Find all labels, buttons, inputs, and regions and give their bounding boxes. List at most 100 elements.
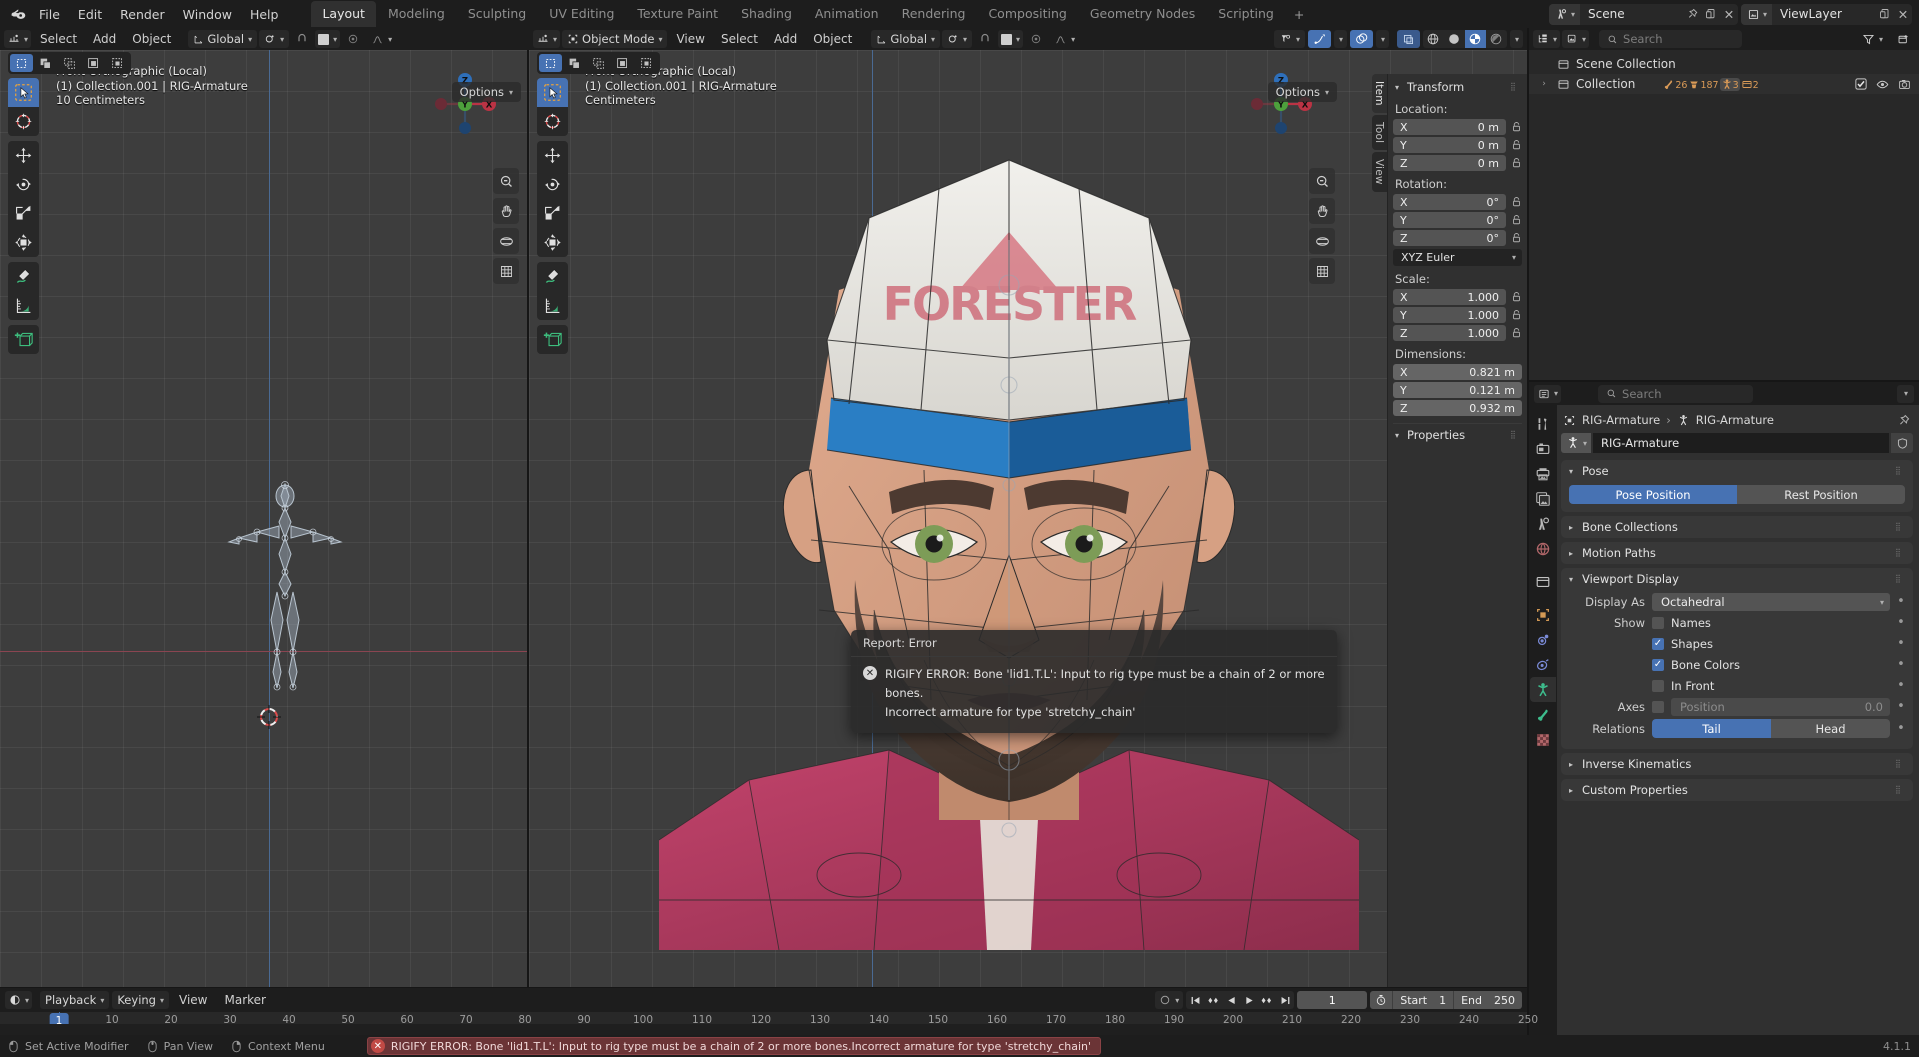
rotation-z-field[interactable]: Z 0° bbox=[1393, 230, 1506, 246]
viewport-b-axis-gizmo[interactable]: Z X Y bbox=[1247, 70, 1315, 138]
lock-rotation-z-icon[interactable] bbox=[1510, 231, 1522, 245]
armature-count[interactable]: 3 bbox=[1719, 77, 1740, 91]
panel-inverse-kinematics-header[interactable]: ▸ Inverse Kinematics ⣿ bbox=[1561, 753, 1913, 775]
animate-dot-icon[interactable]: • bbox=[1897, 595, 1905, 608]
menu-file[interactable]: File bbox=[30, 4, 69, 25]
frame-start-field[interactable]: Start 1 bbox=[1393, 991, 1453, 1009]
object-mode-dropdown[interactable]: Object Mode ▾ bbox=[562, 30, 668, 48]
location-y-field[interactable]: Y0 m bbox=[1393, 137, 1506, 153]
dimensions-z-field[interactable]: Z 0.932 m bbox=[1393, 400, 1522, 416]
panel-custom-properties[interactable]: ▸ Custom Properties ⣿ bbox=[1561, 779, 1913, 801]
overlays-icon[interactable] bbox=[1349, 30, 1373, 48]
zoom-icon[interactable] bbox=[493, 168, 519, 194]
add-cube-tool-button[interactable] bbox=[537, 325, 568, 354]
menu-help[interactable]: Help bbox=[241, 4, 288, 25]
pin-icon[interactable] bbox=[1898, 414, 1911, 427]
timeline-ruler[interactable]: 1 10 20 30 40 50 60 70 80 90 100 110 120… bbox=[0, 1012, 1538, 1035]
close-icon[interactable]: ✕ bbox=[1894, 4, 1912, 25]
timeline-view-menu[interactable]: View bbox=[172, 991, 214, 1009]
proportional-edit-toggle[interactable] bbox=[342, 30, 364, 48]
snap-magnet-icon[interactable] bbox=[974, 30, 996, 48]
object-data-tab[interactable] bbox=[1530, 677, 1556, 702]
play-icon[interactable] bbox=[1240, 991, 1258, 1009]
relations-tail-button[interactable]: Tail bbox=[1652, 719, 1771, 738]
lock-rotation-y-icon[interactable] bbox=[1510, 213, 1522, 227]
pivot-point-dropdown[interactable]: ▾ bbox=[942, 30, 973, 48]
viewport-a-options-dropdown[interactable]: Options ▾ bbox=[451, 82, 521, 102]
outliner-row-collection[interactable]: › Collection 26 187 3 2 bbox=[1529, 74, 1919, 94]
visibility-icon[interactable]: ▾ bbox=[1273, 30, 1305, 48]
editor-type-icon[interactable]: ▾ bbox=[4, 30, 32, 48]
filter-id-icon[interactable]: ▾ bbox=[1562, 30, 1590, 48]
tab-rendering[interactable]: Rendering bbox=[891, 1, 977, 27]
scale-z-field[interactable]: Z 1.000 bbox=[1393, 325, 1506, 341]
panel-pose-header[interactable]: ▾ Pose ⣿ bbox=[1561, 460, 1913, 482]
shading-wireframe[interactable] bbox=[1423, 30, 1444, 48]
animate-dot-icon[interactable]: • bbox=[1897, 637, 1905, 650]
tab-modeling[interactable]: Modeling bbox=[377, 1, 456, 27]
panel-bone-collections-header[interactable]: ▸ Bone Collections ⣿ bbox=[1561, 516, 1913, 538]
transform-tool-button[interactable] bbox=[537, 228, 568, 257]
pose-position-button[interactable]: Pose Position bbox=[1569, 485, 1737, 504]
select-invert-icon[interactable] bbox=[82, 54, 105, 72]
tab-scripting[interactable]: Scripting bbox=[1207, 1, 1285, 27]
menu-render[interactable]: Render bbox=[111, 4, 174, 25]
shading-material-preview[interactable] bbox=[1464, 30, 1486, 48]
lock-scale-x-icon[interactable] bbox=[1510, 290, 1522, 304]
lock-location-y-icon[interactable] bbox=[1510, 138, 1522, 152]
panel-motion-paths[interactable]: ▸ Motion Paths ⣿ bbox=[1561, 542, 1913, 564]
toggle-grid-icon[interactable] bbox=[493, 258, 519, 284]
mesh-count[interactable]: 187 bbox=[1688, 78, 1719, 91]
viewport-a-menu-select[interactable]: Select bbox=[33, 30, 84, 48]
measure-tool-button[interactable] bbox=[8, 291, 39, 320]
view-layer-tab[interactable] bbox=[1530, 486, 1556, 511]
scene-name[interactable]: Scene bbox=[1580, 4, 1684, 25]
tab-uv-editing[interactable]: UV Editing bbox=[538, 1, 625, 27]
jump-start-icon[interactable] bbox=[1186, 991, 1204, 1009]
xray-icon[interactable] bbox=[1396, 30, 1420, 48]
scene-icon[interactable]: ▾ bbox=[1548, 3, 1580, 25]
cursor-tool-button[interactable] bbox=[8, 107, 39, 136]
axes-checkbox[interactable] bbox=[1652, 701, 1664, 713]
menu-edit[interactable]: Edit bbox=[69, 4, 111, 25]
animate-dot-icon[interactable]: • bbox=[1897, 658, 1905, 671]
animate-dot-icon[interactable]: • bbox=[1897, 722, 1905, 735]
eye-icon[interactable] bbox=[1876, 78, 1889, 91]
viewport-b-menu-object[interactable]: Object bbox=[806, 30, 859, 48]
shading-dropdown[interactable]: ▾ bbox=[1509, 30, 1523, 48]
toggle-grid-icon[interactable] bbox=[1309, 258, 1335, 284]
tab-compositing[interactable]: Compositing bbox=[977, 1, 1077, 27]
viewport-a-axis-gizmo[interactable]: Z X Y bbox=[431, 70, 499, 138]
select-set-icon[interactable] bbox=[10, 54, 33, 72]
animate-dot-icon[interactable]: • bbox=[1897, 616, 1905, 629]
annotate-tool-button[interactable] bbox=[8, 262, 39, 291]
shading-rendered[interactable] bbox=[1486, 30, 1507, 48]
rotation-x-field[interactable]: X 0° bbox=[1393, 194, 1506, 210]
jump-end-icon[interactable] bbox=[1276, 991, 1294, 1009]
proportional-falloff-dropdown[interactable]: ▾ bbox=[366, 30, 397, 48]
viewport-b-menu-add[interactable]: Add bbox=[767, 30, 804, 48]
play-reverse-icon[interactable] bbox=[1222, 991, 1240, 1009]
names-checkbox[interactable] bbox=[1652, 617, 1664, 629]
viewport-b-menu-view[interactable]: View bbox=[669, 30, 711, 48]
npanel-tab-tool[interactable]: Tool bbox=[1372, 114, 1387, 150]
zoom-icon[interactable] bbox=[1309, 168, 1335, 194]
pivot-point-dropdown[interactable]: ▾ bbox=[259, 30, 290, 48]
pin-icon[interactable] bbox=[1684, 4, 1702, 25]
move-tool-button[interactable] bbox=[537, 141, 568, 170]
transform-orientation-dropdown[interactable]: Global ▾ bbox=[871, 30, 941, 48]
location-z-field[interactable]: Z0 m bbox=[1393, 155, 1506, 171]
expand-chevron-icon[interactable]: › bbox=[1537, 79, 1551, 89]
npanel-properties-header[interactable]: ▾ Properties ⣿ bbox=[1393, 426, 1522, 446]
select-set-icon[interactable] bbox=[539, 54, 562, 72]
camera-render-icon[interactable] bbox=[1898, 78, 1911, 91]
panel-viewport-display-header[interactable]: ▾ Viewport Display ⣿ bbox=[1561, 568, 1913, 590]
scale-tool-button[interactable] bbox=[537, 199, 568, 228]
dimensions-y-field[interactable]: Y 0.121 m bbox=[1393, 382, 1522, 398]
overlays-dropdown[interactable]: ▾ bbox=[1375, 30, 1389, 48]
tab-sculpting[interactable]: Sculpting bbox=[457, 1, 537, 27]
transform-tool-button[interactable] bbox=[8, 228, 39, 257]
timeline-keying-menu[interactable]: Keying ▾ bbox=[112, 991, 169, 1009]
gizmo-dropdown[interactable]: ▾ bbox=[1333, 30, 1347, 48]
material-tab[interactable] bbox=[1530, 727, 1556, 752]
